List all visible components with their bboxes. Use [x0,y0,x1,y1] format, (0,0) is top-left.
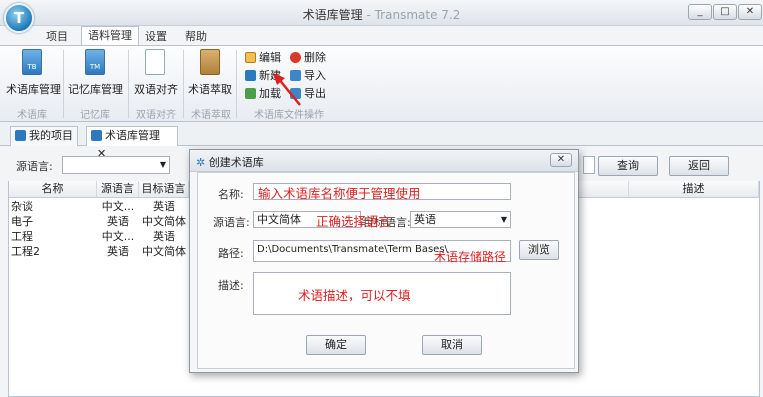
align-document-icon [145,49,165,75]
description-label: 描述: [218,279,244,292]
annotation-arrow-icon [273,73,301,106]
dialog-close-button[interactable]: ✕ [550,153,572,167]
dialog-source-label: 源语言: [213,216,250,229]
path-label: 路径: [218,247,244,260]
description-hint-annotation: 术语描述，可以不填 [298,288,411,303]
tab-corpus-management[interactable]: 语料管理 [81,26,139,46]
new-icon [245,70,256,81]
group-label-extract: 术语萃取 [191,110,231,121]
tab-my-projects[interactable]: 我的项目 [10,126,78,146]
delete-button[interactable]: 删除 [290,49,326,65]
browse-button[interactable]: 浏览 [519,240,559,260]
group-label-termbase: 术语库 [17,110,47,121]
search-field[interactable] [583,156,595,174]
chevron-down-icon: ▼ [159,160,166,169]
edit-icon [245,52,256,63]
load-icon [245,88,256,99]
path-hint-annotation: 术语存储路径 [434,250,507,264]
tab-termbase-management[interactable]: 术语库管理 ✕ [86,126,178,160]
table-row[interactable]: 电子 英语 中文简体 [9,214,189,229]
query-button[interactable]: 查询 [598,156,658,176]
close-button[interactable]: ✕ [738,4,762,20]
source-language-label: 源语言: [16,160,53,173]
divider [183,50,184,118]
column-header-target[interactable]: 目标语言 [139,181,189,198]
column-header-name[interactable]: 名称 [9,181,97,198]
table-row[interactable]: 工程 中文... 英语 [9,229,189,244]
tab-help[interactable]: 帮助 [179,28,213,45]
minimize-button[interactable]: _ [688,4,712,20]
table-body: 杂谈 中文... 英语 电子 英语 中文简体 工程 中文... 英语 工程2 英… [9,199,189,259]
table-row[interactable]: 工程2 英语 中文简体 [9,244,189,259]
chevron-down-icon: ▼ [500,215,507,224]
back-button[interactable]: 返回 [669,156,729,176]
source-language-select[interactable]: ▼ [62,156,170,174]
termbase-icon: TB [22,49,42,75]
window-title: 术语库管理 - Transmate 7.2 [302,8,461,22]
divider [63,50,64,118]
termbase-management-button[interactable]: TB 术语库管理 [6,49,61,97]
edit-button[interactable]: 编辑 [245,49,281,65]
divider [128,50,129,118]
clipboard-icon [200,49,220,75]
column-header-source[interactable]: 源语言 [97,181,139,198]
delete-icon [290,52,301,63]
tab-settings[interactable]: 设置 [139,28,173,45]
app-logo-icon[interactable]: T [4,3,34,33]
dialog-target-select[interactable]: 英语 ▼ [410,211,511,228]
dialog-title: ✲ 创建术语库 [196,156,264,169]
group-label-align: 双语对齐 [136,110,176,121]
language-hint-annotation: 正确选择语言 [316,214,392,229]
maximize-button[interactable]: □ [713,4,737,20]
term-extraction-button[interactable]: 术语萃取 [188,49,232,97]
tab-project[interactable]: 项目 [40,28,74,45]
ok-button[interactable]: 确定 [306,335,366,355]
termbase-icon [91,130,102,141]
cancel-button[interactable]: 取消 [422,335,482,355]
name-label: 名称: [218,188,244,201]
memory-management-button[interactable]: TM 记忆库管理 [68,49,123,97]
project-icon [15,130,26,141]
dialog-icon: ✲ [196,156,206,169]
bilingual-align-button[interactable]: 双语对齐 [134,49,178,97]
group-label-memory: 记忆库 [80,110,110,121]
name-hint-annotation: 输入术语库名称便于管理使用 [258,186,421,201]
column-header-description[interactable]: 描述 [629,181,759,198]
divider [236,50,237,118]
translation-memory-icon: TM [85,49,105,75]
table-row[interactable]: 杂谈 中文... 英语 [9,199,189,214]
group-label-file-ops: 术语库文件操作 [254,110,324,121]
